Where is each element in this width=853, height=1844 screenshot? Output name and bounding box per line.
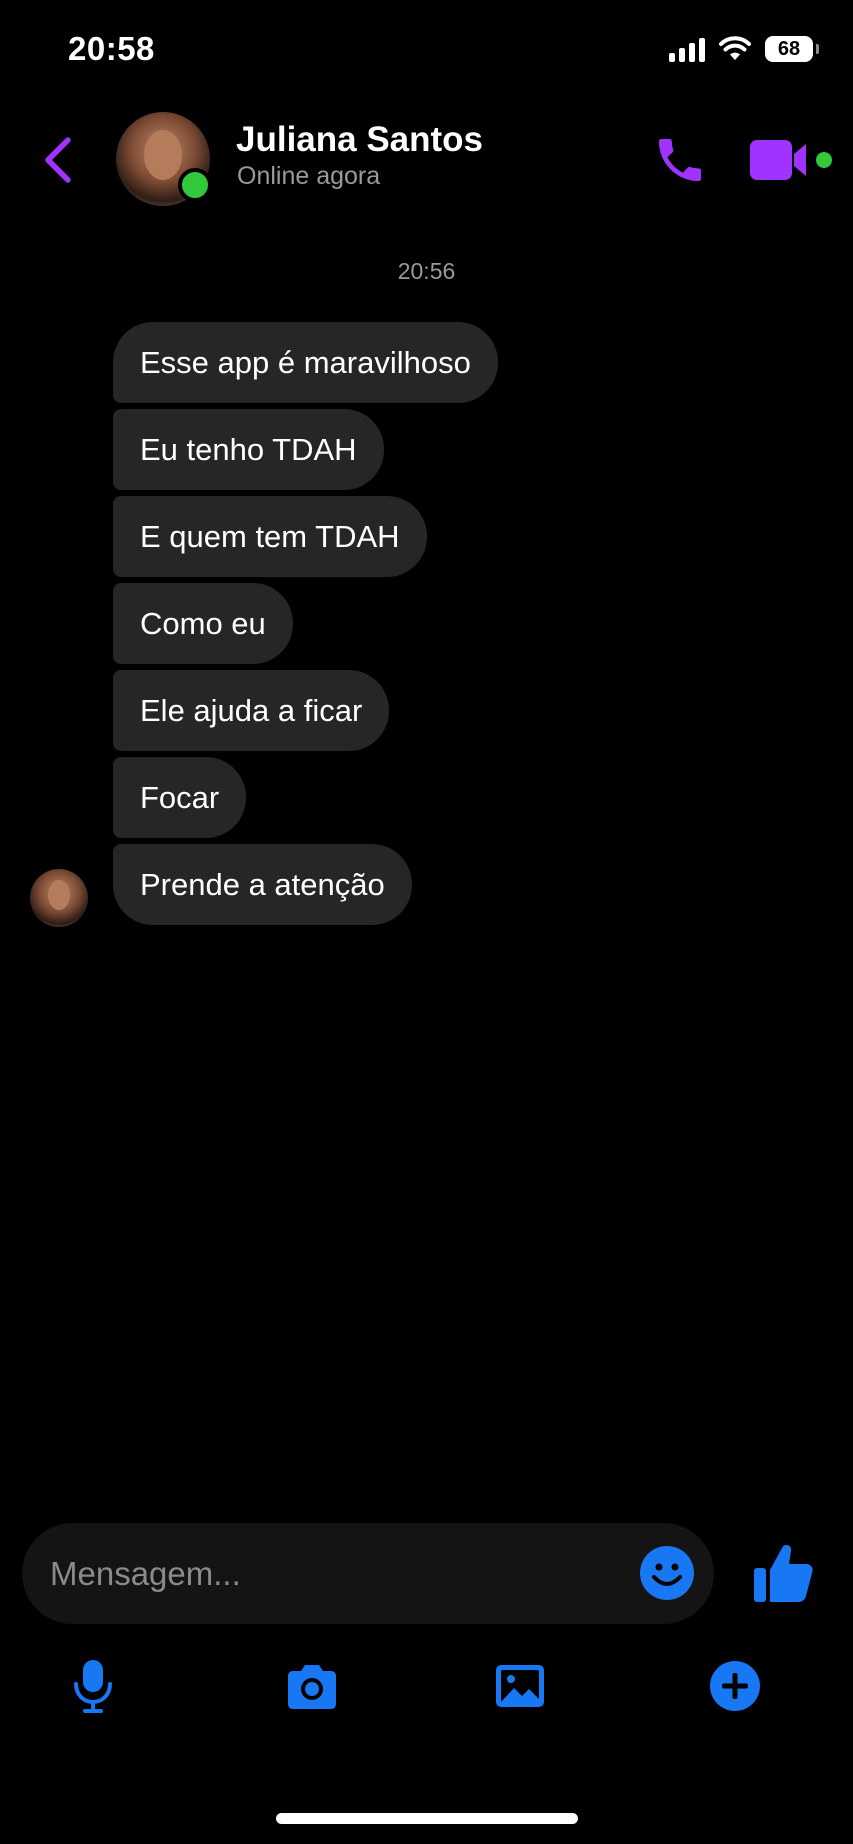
status-time: 20:58 [68, 30, 155, 67]
avatar-face [48, 880, 70, 910]
thumbs-up-icon [754, 1544, 813, 1602]
back-button[interactable] [38, 132, 78, 188]
online-status-dot [178, 168, 212, 202]
voice-call-button[interactable] [652, 132, 708, 188]
status-bar: 20:58 68 [0, 0, 853, 100]
message-input[interactable] [50, 1523, 610, 1624]
message-list: Esse app é maravilhoso Eu tenho TDAH E q… [113, 322, 498, 925]
battery-level: 68 [777, 37, 801, 60]
message-bubble[interactable]: Ele ajuda a ficar [113, 670, 390, 751]
message-composer [22, 1523, 714, 1624]
like-button[interactable] [752, 1540, 814, 1604]
message-bubble[interactable]: E quem tem TDAH [113, 496, 427, 577]
smiley-icon [640, 1546, 694, 1600]
active-dot [816, 152, 832, 168]
contact-status: Online agora [237, 162, 381, 190]
plus-circle-icon [710, 1661, 760, 1711]
microphone-icon [74, 1660, 112, 1713]
status-icons: 68 [669, 36, 819, 62]
camera-button[interactable] [284, 1658, 340, 1714]
cellular-signal-icon [669, 36, 705, 62]
composer-toolbar [0, 1658, 853, 1714]
message-timestamp: 20:56 [397, 258, 456, 284]
message-bubble[interactable]: Esse app é maravilhoso [113, 322, 498, 403]
chat-header: Juliana Santos Online agora [0, 100, 853, 220]
voice-message-button[interactable] [65, 1658, 121, 1714]
wifi-icon [719, 36, 751, 60]
sender-avatar[interactable] [30, 869, 88, 927]
video-call-button[interactable] [748, 136, 810, 184]
more-options-button[interactable] [707, 1658, 763, 1714]
message-bubble[interactable]: Como eu [113, 583, 293, 664]
message-bubble[interactable]: Prende a atenção [113, 844, 412, 925]
gallery-button[interactable] [492, 1658, 548, 1714]
contact-name[interactable]: Juliana Santos [236, 120, 483, 160]
message-bubble[interactable]: Eu tenho TDAH [113, 409, 384, 490]
emoji-button[interactable] [639, 1545, 695, 1601]
phone-icon [659, 139, 701, 181]
battery-icon: 68 [765, 36, 819, 62]
chevron-left-icon [45, 137, 71, 183]
video-camera-icon [750, 140, 806, 180]
image-gallery-icon [496, 1665, 544, 1707]
contact-avatar[interactable] [116, 112, 212, 206]
avatar-face [144, 130, 182, 180]
camera-icon [288, 1665, 336, 1709]
home-indicator[interactable] [276, 1813, 578, 1824]
message-bubble[interactable]: Focar [113, 757, 247, 838]
